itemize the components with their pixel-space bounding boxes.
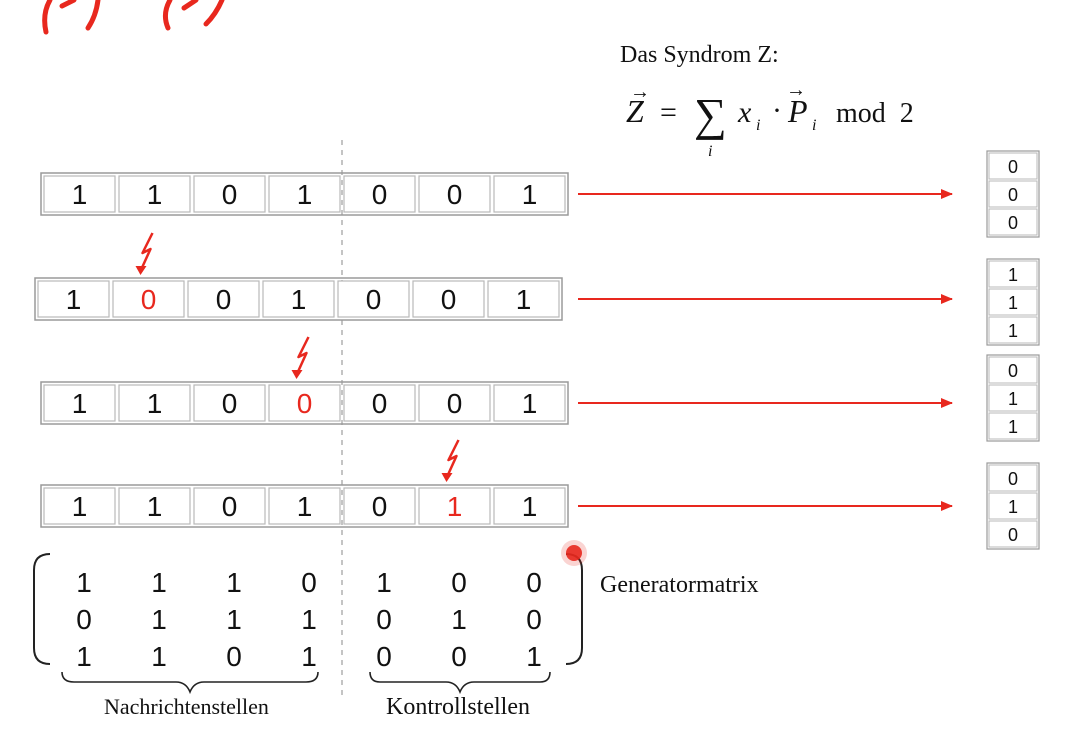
bit-value: 1 <box>72 388 88 419</box>
bit-value: 1 <box>72 179 88 210</box>
error-arrowhead <box>441 473 453 482</box>
matrix-cell: 1 <box>76 567 92 598</box>
control-positions-label: Kontrollstellen <box>386 694 530 720</box>
lightning-bolt-icon <box>445 439 460 479</box>
syndrome-bit: 1 <box>1008 417 1018 437</box>
error-bit: 0 <box>141 284 157 315</box>
bit-value: 1 <box>516 284 532 315</box>
matrix-cell: 0 <box>526 604 542 635</box>
matrix-cell: 0 <box>526 567 542 598</box>
sum-index: i <box>708 143 712 160</box>
bit-value: 0 <box>372 179 388 210</box>
matrix-cell: 1 <box>526 641 542 672</box>
x-subscript: i <box>756 117 760 134</box>
matrix-cell: 1 <box>226 604 242 635</box>
syndrome-vector: 1 1 1 <box>986 258 1040 346</box>
z-symbol: Z <box>626 93 645 129</box>
matrix-left-bracket <box>33 553 51 665</box>
syndrome-bit: 0 <box>1008 185 1018 205</box>
generator-matrix: 1 1 1 0 1 0 0 0 1 1 1 0 1 0 1 1 0 1 0 0 1 Generatormatrix <box>33 553 759 672</box>
syndrome-bit: 0 <box>1008 525 1018 545</box>
matrix-cell: 1 <box>151 604 167 635</box>
syndrome-bit: 1 <box>1008 497 1018 517</box>
mod-text: mod 2 <box>836 98 914 129</box>
bit-value: 1 <box>147 491 163 522</box>
handwritten-marks <box>42 0 225 35</box>
bottom-braces <box>61 671 551 695</box>
x-symbol: x <box>737 96 752 129</box>
syndrome-bit: 1 <box>1008 293 1018 313</box>
matrix-cell: 1 <box>151 641 167 672</box>
bit-value: 0 <box>366 284 382 315</box>
matrix-cell: 1 <box>226 567 242 598</box>
message-positions-label: Nachrichtenstellen <box>104 694 269 719</box>
matrix-cell: 0 <box>76 604 92 635</box>
error-arrowhead <box>291 370 303 379</box>
syndrome-title: Das Syndrom Z: <box>620 42 779 68</box>
bit-value: 0 <box>447 179 463 210</box>
syndrome-bit: 0 <box>1008 157 1018 177</box>
bit-value: 1 <box>147 388 163 419</box>
codeword-rows: 1 1 0 1 0 0 1 0 0 0 1 0 0 1 0 0 1 1 1 1 1 1 0 0 0 0 1 0 1 1 1 1 0 1 0 1 1 0 1 0 <box>34 150 1040 550</box>
syndrome-bit: 1 <box>1008 265 1018 285</box>
lightning-bolt-icon <box>139 232 154 272</box>
syndrome-vector: 0 1 1 <box>986 354 1040 442</box>
bit-value: 1 <box>522 179 538 210</box>
control-brace <box>369 671 551 695</box>
syndrome-formula: Das Syndrom Z: → Z = ∑ i x i · → P i mod… <box>620 42 914 160</box>
bit-value: 1 <box>522 388 538 419</box>
bit-value: 0 <box>447 388 463 419</box>
syndrome-vector: 0 1 0 <box>986 462 1040 550</box>
matrix-right-bracket <box>565 553 583 665</box>
syndrome-diagram: Das Syndrom Z: → Z = ∑ i x i · → P i mod… <box>33 0 1040 720</box>
matrix-cell: 1 <box>301 641 317 672</box>
sum-symbol: ∑ <box>694 89 727 140</box>
bit-value: 0 <box>372 388 388 419</box>
bit-value: 0 <box>222 179 238 210</box>
syndrome-bit: 1 <box>1008 321 1018 341</box>
bit-value: 0 <box>441 284 457 315</box>
matrix-cell: 0 <box>376 641 392 672</box>
matrix-cell: 0 <box>451 567 467 598</box>
matrix-cell: 0 <box>301 567 317 598</box>
error-bit: 1 <box>447 491 463 522</box>
matrix-cell: 1 <box>451 604 467 635</box>
bit-value: 1 <box>297 179 313 210</box>
bit-value: 0 <box>372 491 388 522</box>
lightning-bolt-icon <box>295 336 310 376</box>
matrix-cell: 1 <box>376 567 392 598</box>
syndrome-vector: 0 0 0 <box>986 150 1040 238</box>
bit-value: 1 <box>297 491 313 522</box>
bit-value: 0 <box>216 284 232 315</box>
generator-matrix-label: Generatormatrix <box>600 572 759 598</box>
bit-value: 1 <box>291 284 307 315</box>
p-subscript: i <box>812 117 816 134</box>
codeword-row: 1 1 0 1 0 1 1 0 1 0 <box>40 439 1040 550</box>
codeword-row: 1 1 0 1 0 0 1 0 0 0 <box>40 150 1040 238</box>
matrix-cell: 1 <box>151 567 167 598</box>
matrix-cell: 0 <box>226 641 242 672</box>
codeword-row: 1 1 0 0 0 0 1 0 1 1 <box>40 336 1040 442</box>
syndrome-bit: 0 <box>1008 469 1018 489</box>
message-brace <box>61 671 319 695</box>
matrix-cell: 1 <box>301 604 317 635</box>
syndrome-bit: 1 <box>1008 389 1018 409</box>
matrix-cell: 0 <box>376 604 392 635</box>
bit-value: 0 <box>222 388 238 419</box>
p-symbol: P <box>787 93 808 129</box>
equals-sign: = <box>660 96 677 129</box>
codeword-row: 1 0 0 1 0 0 1 1 1 1 <box>34 232 1040 346</box>
bit-value: 1 <box>147 179 163 210</box>
error-bit: 0 <box>297 388 313 419</box>
syndrome-bit: 0 <box>1008 361 1018 381</box>
bit-value: 1 <box>522 491 538 522</box>
syndrome-bit: 0 <box>1008 213 1018 233</box>
matrix-cell: 0 <box>451 641 467 672</box>
bit-value: 1 <box>72 491 88 522</box>
matrix-cell: 1 <box>76 641 92 672</box>
bit-value: 1 <box>66 284 82 315</box>
bit-value: 0 <box>222 491 238 522</box>
dot-operator: · <box>772 94 782 127</box>
error-arrowhead <box>135 266 147 275</box>
